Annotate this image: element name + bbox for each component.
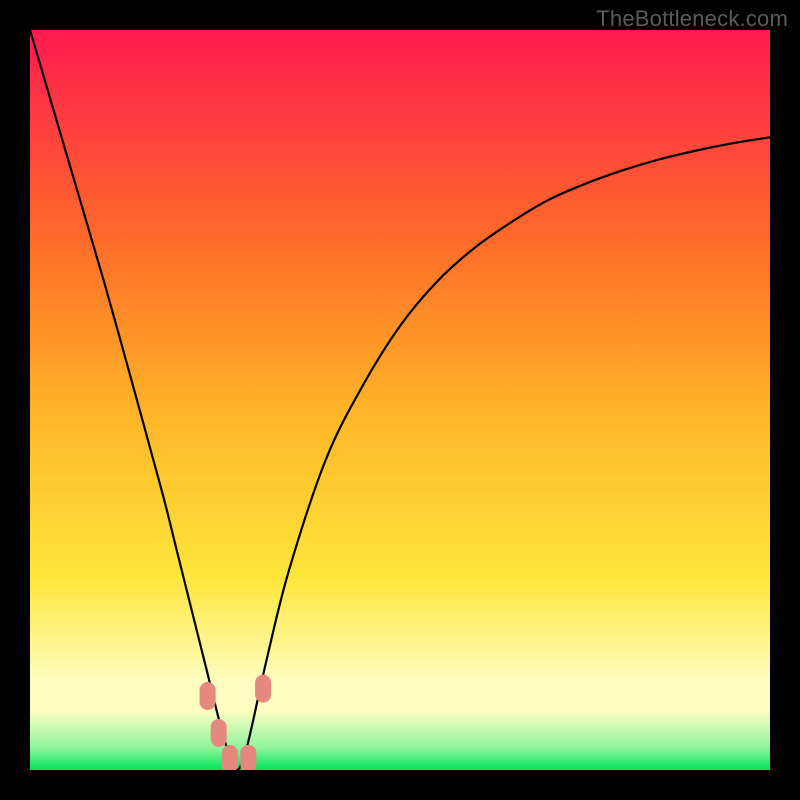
marker-valley-left [222, 745, 238, 770]
marker-right-upper [255, 675, 271, 703]
chart-frame: TheBottleneck.com [0, 0, 800, 800]
bottleneck-chart [30, 30, 770, 770]
marker-valley-right [240, 745, 256, 770]
marker-left-mid [211, 719, 227, 747]
watermark-text: TheBottleneck.com [596, 6, 788, 32]
gradient-background [30, 30, 770, 770]
marker-left-upper [200, 682, 216, 710]
